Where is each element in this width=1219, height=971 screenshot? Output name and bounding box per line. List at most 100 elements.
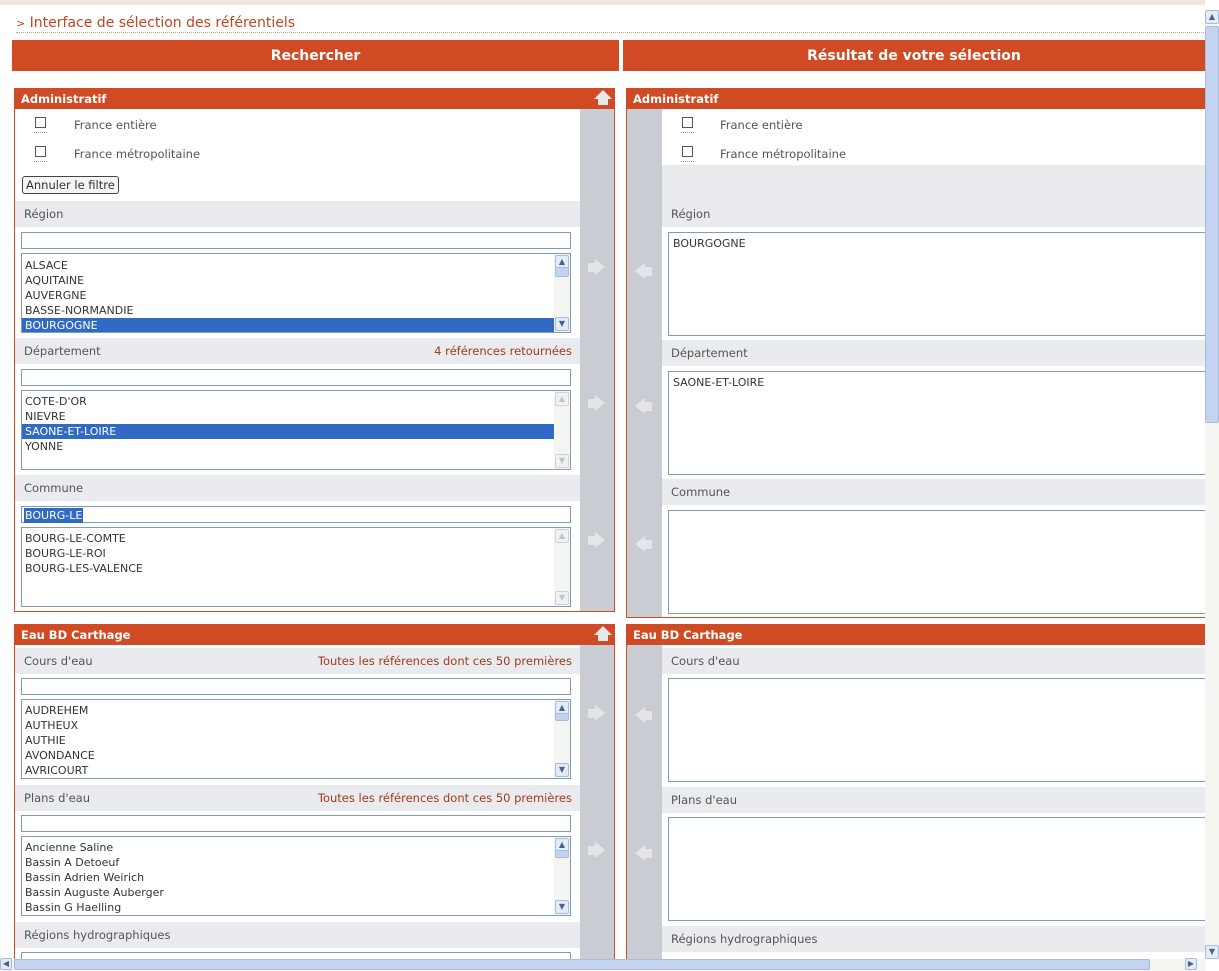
collapse-up-icon[interactable] <box>591 89 614 109</box>
scroll-down-icon[interactable]: ▼ <box>555 317 569 331</box>
commune-search-input[interactable]: BOURG-LE <box>21 506 571 523</box>
list-item[interactable]: AVRICOURT <box>22 763 554 778</box>
regions-hydro-search-input[interactable] <box>21 952 571 959</box>
list-item[interactable]: AUDREHEM <box>22 703 554 718</box>
list-item[interactable]: Ancienne Saline <box>22 840 554 855</box>
cours-eau-search-input[interactable] <box>21 678 571 695</box>
add-region-arrow-icon[interactable] <box>587 259 607 277</box>
label-france-metropolitaine: France métropolitaine <box>74 147 201 161</box>
commune-list[interactable]: BOURG-LE-COMTE BOURG-LE-ROI BOURG-LES-VA… <box>21 527 571 607</box>
remove-departement-arrow-icon[interactable] <box>635 398 655 416</box>
result-checkbox-france-metropolitaine[interactable] <box>682 146 693 157</box>
scroll-thumb[interactable] <box>555 267 569 277</box>
list-item[interactable]: YONNE <box>22 439 554 454</box>
list-item[interactable]: BASSE-NORMANDIE <box>22 303 554 318</box>
add-departement-arrow-icon[interactable] <box>587 395 607 413</box>
scroll-down-icon[interactable]: ▼ <box>1205 945 1219 959</box>
scroll-down-icon: ▼ <box>555 591 569 605</box>
list-item[interactable]: BOURG-LE-ROI <box>22 546 554 561</box>
region-list-scrollbar[interactable]: ▲ ▼ <box>554 254 570 332</box>
result-commune-band: Commune <box>662 479 1205 505</box>
list-item-selected[interactable]: SAONE-ET-LOIRE <box>22 424 554 439</box>
result-spacer <box>662 165 1205 203</box>
list-item[interactable]: Bassin A Detoeuf <box>22 855 554 870</box>
departement-label-band: Département 4 références retournées <box>15 338 580 364</box>
remove-cours-eau-arrow-icon[interactable] <box>635 707 655 725</box>
list-item[interactable]: AUTHEUX <box>22 718 554 733</box>
list-item[interactable]: AQUITAINE <box>22 273 554 288</box>
page-vertical-scrollbar[interactable]: ▲ ▼ <box>1205 10 1219 959</box>
result-departement-band: Département <box>662 340 1205 366</box>
list-item[interactable]: NIEVRE <box>22 409 554 424</box>
list-item[interactable]: ALSACE <box>22 258 554 273</box>
scroll-thumb[interactable] <box>555 850 569 858</box>
result-column-header: Résultat de votre sélection <box>623 40 1205 71</box>
eau-result-title: Eau BD Carthage <box>627 625 1205 645</box>
result-label-france-entiere: France entière <box>720 118 803 132</box>
result-departement-value[interactable]: SAONE-ET-LOIRE <box>673 376 764 389</box>
result-cours-eau-band: Cours d'eau <box>662 648 1205 674</box>
list-item-selected[interactable]: BOURGOGNE <box>22 318 554 332</box>
scroll-thumb[interactable] <box>1205 26 1219 423</box>
scroll-down-icon[interactable]: ▼ <box>555 900 569 914</box>
plans-eau-list[interactable]: Ancienne Saline Bassin A Detoeuf Bassin … <box>21 836 571 916</box>
scroll-up-icon[interactable]: ▲ <box>1205 10 1219 24</box>
label-france-entiere: France entière <box>74 118 157 132</box>
scroll-up-icon: ▲ <box>555 529 569 543</box>
result-commune-box[interactable] <box>668 510 1205 614</box>
cours-eau-list[interactable]: AUDREHEM AUTHEUX AUTHIE AVONDANCE AVRICO… <box>21 699 571 779</box>
scroll-thumb[interactable] <box>14 959 1150 970</box>
remove-region-arrow-icon[interactable] <box>635 263 655 281</box>
plans-eau-band: Plans d'eau Toutes les références dont c… <box>15 785 580 811</box>
plans-eau-list-scrollbar[interactable]: ▲ ▼ <box>554 837 570 915</box>
collapse-up-icon[interactable] <box>591 625 614 645</box>
result-checkbox-france-entiere[interactable] <box>682 117 693 128</box>
checkbox-focus-dots <box>681 132 694 133</box>
result-plans-eau-box[interactable] <box>668 817 1205 921</box>
list-item[interactable]: COTE-D'OR <box>22 394 554 409</box>
result-region-value[interactable]: BOURGOGNE <box>673 237 746 250</box>
region-label: Région <box>24 207 64 221</box>
departement-search-input[interactable] <box>21 369 571 386</box>
checkbox-france-entiere[interactable] <box>35 117 46 128</box>
list-item[interactable]: AUTHIE <box>22 733 554 748</box>
list-item[interactable]: BOURG-LES-VALENCE <box>22 561 554 576</box>
result-region-band: Région <box>662 201 1205 227</box>
add-commune-arrow-icon[interactable] <box>587 532 607 550</box>
result-region-box[interactable]: BOURGOGNE <box>668 232 1205 336</box>
region-list[interactable]: ALSACE AQUITAINE AUVERGNE BASSE-NORMANDI… <box>21 253 571 333</box>
title-underline <box>16 32 1204 33</box>
scroll-down-icon[interactable]: ▼ <box>555 763 569 777</box>
scroll-thumb[interactable] <box>555 713 569 721</box>
admin-result-title: Administratif <box>627 89 1205 109</box>
admin-search-panel: Administratif France entière France métr… <box>14 88 615 612</box>
plans-eau-search-input[interactable] <box>21 815 571 832</box>
cours-eau-list-scrollbar[interactable]: ▲ ▼ <box>554 700 570 778</box>
add-cours-eau-arrow-icon[interactable] <box>587 705 607 723</box>
remove-commune-arrow-icon[interactable] <box>635 536 655 554</box>
list-item[interactable]: BOURG-LE-COMTE <box>22 531 554 546</box>
result-cours-eau-box[interactable] <box>668 678 1205 782</box>
list-item[interactable]: AUVERGNE <box>22 288 554 303</box>
admin-result-panel: Administratif France entière France métr… <box>626 88 1205 618</box>
scroll-left-icon[interactable]: ◀ <box>0 958 12 970</box>
result-region-label: Région <box>671 207 711 221</box>
departement-list[interactable]: COTE-D'OR NIEVRE SAONE-ET-LOIRE YONNE ▲ … <box>21 390 571 470</box>
region-search-input[interactable] <box>21 232 571 249</box>
checkbox-focus-dots <box>34 132 47 133</box>
checkbox-france-metropolitaine[interactable] <box>35 146 46 157</box>
list-item[interactable]: AVONDANCE <box>22 748 554 763</box>
result-departement-box[interactable]: SAONE-ET-LOIRE <box>668 371 1205 475</box>
commune-search-value[interactable]: BOURG-LE <box>24 508 84 523</box>
cancel-filter-button[interactable]: Annuler le filtre <box>22 176 119 194</box>
plans-eau-count: Toutes les références dont ces 50 premiè… <box>317 791 572 805</box>
remove-plans-eau-arrow-icon[interactable] <box>635 845 655 863</box>
add-plans-eau-arrow-icon[interactable] <box>587 842 607 860</box>
list-item[interactable]: Bassin Adrien Weirich <box>22 870 554 885</box>
page-horizontal-scrollbar[interactable]: ◀ ▶ <box>0 958 1205 971</box>
list-item[interactable]: Bassin G Haelling <box>22 900 554 915</box>
list-item[interactable]: Bassin Auguste Auberger <box>22 885 554 900</box>
scroll-up-icon: ▲ <box>555 392 569 406</box>
eau-panel-title: Eau BD Carthage <box>15 625 614 645</box>
scroll-right-icon[interactable]: ▶ <box>1185 958 1197 970</box>
